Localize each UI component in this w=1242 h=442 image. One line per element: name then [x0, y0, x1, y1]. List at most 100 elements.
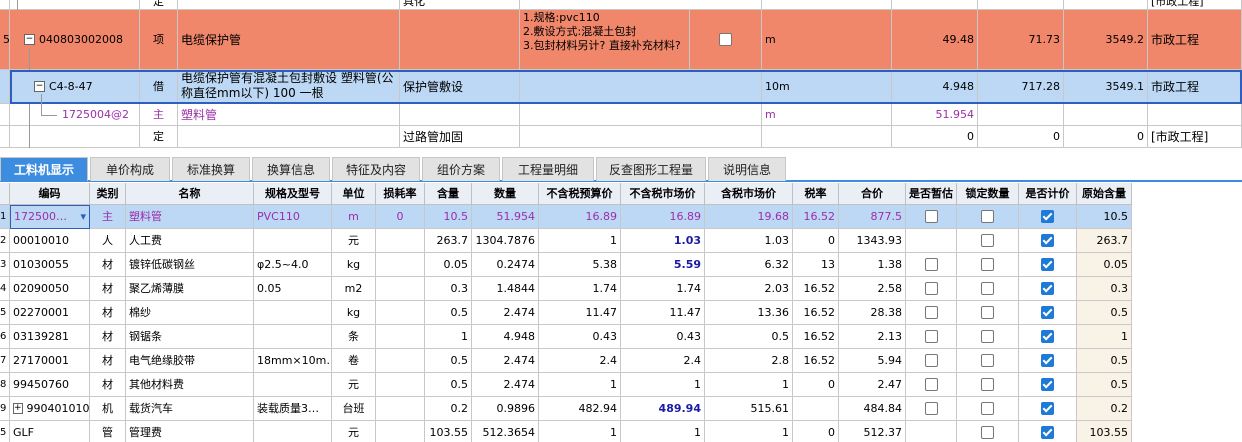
- cell-unit[interactable]: m: [332, 205, 376, 229]
- cell-unit[interactable]: kg: [332, 253, 376, 277]
- column-header-unit[interactable]: 单位: [332, 183, 376, 205]
- quota-name[interactable]: 电缆保护管有混凝土包封敷设 塑料管(公称直径mm以下) 100 一根: [178, 70, 400, 104]
- cell-is-priced[interactable]: [1019, 277, 1077, 301]
- cell-tax-rate[interactable]: 16.52: [793, 325, 839, 349]
- cell-original-content[interactable]: 10.5: [1077, 205, 1132, 229]
- is-estimate-checkbox[interactable]: [924, 282, 938, 295]
- cell-is-priced[interactable]: [1019, 205, 1077, 229]
- cell-total[interactable]: 5.94: [839, 349, 906, 373]
- cell-spec[interactable]: [254, 301, 332, 325]
- is-estimate-checkbox[interactable]: [924, 306, 938, 319]
- cell-original-content[interactable]: 0.2: [1077, 397, 1132, 421]
- cell-type[interactable]: 主: [90, 205, 126, 229]
- is-priced-checkbox[interactable]: [1041, 378, 1054, 391]
- tab-quantity-detail[interactable]: 工程量明细: [502, 157, 594, 181]
- cell-is-priced[interactable]: [1019, 301, 1077, 325]
- cell-content[interactable]: 10.5: [425, 205, 472, 229]
- is-priced-checkbox[interactable]: [1041, 426, 1054, 439]
- cell-lock-quantity[interactable]: [957, 397, 1019, 421]
- is-priced-checkbox[interactable]: [1041, 210, 1054, 223]
- item-checkbox-cell[interactable]: [690, 10, 762, 70]
- cell-name[interactable]: 棉纱: [126, 301, 254, 325]
- lock-quantity-checkbox[interactable]: [981, 330, 994, 343]
- cell-is-priced[interactable]: [1019, 397, 1077, 421]
- cell-lock-quantity[interactable]: [957, 277, 1019, 301]
- lock-quantity-checkbox[interactable]: [981, 378, 994, 391]
- cell-spec[interactable]: φ2.5~4.0: [254, 253, 332, 277]
- cell-is-estimate[interactable]: [906, 253, 957, 277]
- tab-reverse-graphic[interactable]: 反查图形工程量: [596, 157, 706, 181]
- column-header-budget-price[interactable]: 不含税预算价: [539, 183, 621, 205]
- cell-is-estimate[interactable]: [906, 277, 957, 301]
- lock-quantity-checkbox[interactable]: [981, 258, 994, 271]
- cell-code[interactable]: +990401010: [10, 397, 90, 421]
- is-estimate-checkbox[interactable]: [924, 210, 938, 223]
- cell-budget-price[interactable]: 2.4: [539, 349, 621, 373]
- cell-lock-quantity[interactable]: [957, 301, 1019, 325]
- cell-loss-rate[interactable]: [376, 349, 425, 373]
- tab-description[interactable]: 说明信息: [708, 157, 786, 181]
- cell-content[interactable]: 0.05: [425, 253, 472, 277]
- cell-content[interactable]: 0.2: [425, 397, 472, 421]
- column-header-lock-quantity[interactable]: 锁定数量: [957, 183, 1019, 205]
- cell-name[interactable]: 其他材料费: [126, 373, 254, 397]
- cell-budget-price[interactable]: 482.94: [539, 397, 621, 421]
- cell-unit[interactable]: 卷: [332, 349, 376, 373]
- cell-lock-quantity[interactable]: [957, 253, 1019, 277]
- cell-market-price-tax[interactable]: 0.5: [705, 325, 793, 349]
- cell-original-content[interactable]: 0.3: [1077, 277, 1132, 301]
- cell-lock-quantity[interactable]: [957, 229, 1019, 253]
- cell-lock-quantity[interactable]: [957, 421, 1019, 442]
- cell-total[interactable]: 484.84: [839, 397, 906, 421]
- cell-type[interactable]: 材: [90, 277, 126, 301]
- cell-loss-rate[interactable]: [376, 325, 425, 349]
- cell-content[interactable]: 0.5: [425, 301, 472, 325]
- cell-code[interactable]: GLF: [10, 421, 90, 442]
- cell-original-content[interactable]: 103.55: [1077, 421, 1132, 442]
- cell-is-estimate[interactable]: [906, 421, 957, 442]
- cell-budget-price[interactable]: 0.43: [539, 325, 621, 349]
- cell-name[interactable]: 电气绝缘胶带: [126, 349, 254, 373]
- cell-total[interactable]: 877.5: [839, 205, 906, 229]
- is-priced-checkbox[interactable]: [1041, 330, 1054, 343]
- is-estimate-checkbox[interactable]: [924, 378, 938, 391]
- is-priced-checkbox[interactable]: [1041, 258, 1054, 271]
- cell-content[interactable]: 263.7: [425, 229, 472, 253]
- column-header-loss-rate[interactable]: 损耗率: [376, 183, 425, 205]
- cell-content[interactable]: 103.55: [425, 421, 472, 442]
- column-header-quantity[interactable]: 数量: [472, 183, 539, 205]
- cell-quantity[interactable]: 0.9896: [472, 397, 539, 421]
- cell-market-price[interactable]: 1.74: [621, 277, 705, 301]
- item-feature[interactable]: 1.规格:pvc110 2.敷设方式:混凝土包封 3.包封材料另计? 直接补充材…: [520, 10, 690, 70]
- cell-code[interactable]: 27170001: [10, 349, 90, 373]
- cell-spec[interactable]: [254, 421, 332, 442]
- cell-market-price[interactable]: 1: [621, 373, 705, 397]
- cell-unit[interactable]: 元: [332, 229, 376, 253]
- cell-name[interactable]: 塑料管: [126, 205, 254, 229]
- cell-market-price[interactable]: 1.03: [621, 229, 705, 253]
- cell-lock-quantity[interactable]: [957, 325, 1019, 349]
- cell-total[interactable]: 28.38: [839, 301, 906, 325]
- cell-tax-rate[interactable]: 0: [793, 421, 839, 442]
- cell-code[interactable]: 172500… ▾: [10, 205, 90, 229]
- column-header-original-content[interactable]: 原始含量: [1077, 183, 1132, 205]
- item-name[interactable]: 电缆保护管: [178, 10, 400, 70]
- material-name[interactable]: 塑料管: [178, 104, 400, 126]
- column-header-market-price[interactable]: 不含税市场价: [621, 183, 705, 205]
- cell-code[interactable]: 02270001: [10, 301, 90, 325]
- cell-quantity[interactable]: 1304.7876: [472, 229, 539, 253]
- cell-loss-rate[interactable]: [376, 421, 425, 442]
- cell-loss-rate[interactable]: [376, 229, 425, 253]
- cell-market-price[interactable]: 1: [621, 421, 705, 442]
- cell-market-price-tax[interactable]: 2.03: [705, 277, 793, 301]
- lock-quantity-checkbox[interactable]: [981, 210, 994, 223]
- column-header-total[interactable]: 合价: [839, 183, 906, 205]
- quota-code-cell[interactable]: − C4-8-47: [10, 70, 140, 104]
- is-estimate-checkbox[interactable]: [924, 330, 938, 343]
- lock-quantity-checkbox[interactable]: [981, 282, 994, 295]
- tab-conversion-info[interactable]: 换算信息: [252, 157, 330, 181]
- cell-original-content[interactable]: 0.05: [1077, 253, 1132, 277]
- cell-name[interactable]: 管理费: [126, 421, 254, 442]
- cell-market-price[interactable]: 0.43: [621, 325, 705, 349]
- column-header-tax-rate[interactable]: 税率: [793, 183, 839, 205]
